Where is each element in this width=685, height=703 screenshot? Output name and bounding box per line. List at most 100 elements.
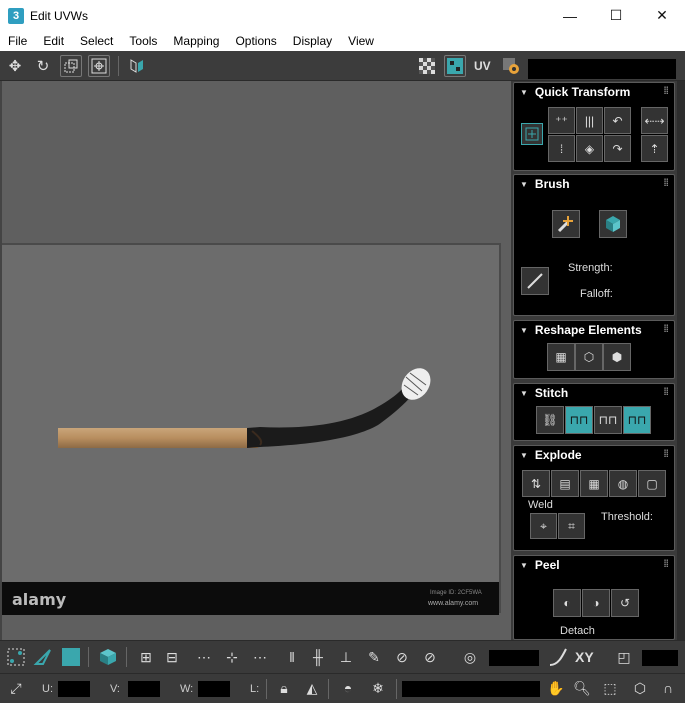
quick-peel-button[interactable]: ◐	[553, 589, 581, 617]
grow-selection-icon[interactable]: ⊞	[134, 645, 158, 669]
flatten-by-material-button[interactable]: ▤	[551, 470, 579, 497]
shrink-selection-icon[interactable]: ⊟	[160, 645, 184, 669]
move-icon[interactable]: ✥	[4, 55, 26, 77]
paint-select-icon[interactable]: ✎	[362, 645, 386, 669]
menu-edit[interactable]: Edit	[35, 34, 72, 48]
collapse-triangle-icon[interactable]: ▼	[520, 88, 528, 97]
freeform-mode-icon[interactable]	[88, 55, 110, 77]
reshape-elements-header[interactable]: ▼ Reshape Elements ⁞⁞	[514, 321, 674, 339]
peel-header[interactable]: ▼ Peel ⁞⁞	[514, 556, 674, 574]
hide-icon[interactable]: ◭	[300, 676, 324, 700]
menu-mapping[interactable]: Mapping	[165, 34, 227, 48]
drag-grip-icon[interactable]: ⁞⁞	[663, 86, 669, 97]
align-vertical-button[interactable]: ⁞	[548, 135, 575, 162]
align-vertical-lines-button[interactable]: |||	[576, 107, 603, 134]
loop-grow-icon[interactable]: ⊹	[220, 645, 244, 669]
select-element-icon[interactable]	[96, 645, 120, 669]
select-polygon-icon[interactable]	[59, 645, 83, 669]
stitch-to-source-button[interactable]: ⊓⊓	[565, 406, 593, 434]
soft-selection-icon[interactable]: ◎	[458, 645, 482, 669]
menu-options[interactable]: Options	[227, 34, 284, 48]
brush-header[interactable]: ▼ Brush ⁞⁞	[514, 175, 674, 193]
set-pivot-button[interactable]	[521, 123, 543, 145]
drag-grip-icon[interactable]: ⁞⁞	[663, 559, 669, 570]
maximize-button[interactable]: ☐	[593, 0, 639, 31]
side-panel-scrollbar[interactable]	[677, 81, 685, 640]
freeze-icon[interactable]: ❄	[366, 676, 390, 700]
relax-button[interactable]: ⬡	[575, 343, 603, 371]
u-field[interactable]	[58, 681, 90, 697]
flatten-custom-button[interactable]: ◍	[609, 470, 637, 497]
select-edge-icon[interactable]	[31, 645, 55, 669]
rotate-icon[interactable]: ↻	[32, 55, 54, 77]
drag-grip-icon[interactable]: ⁞⁞	[663, 178, 669, 189]
collapse-triangle-icon[interactable]: ▼	[520, 451, 528, 460]
rotate-ccw-button[interactable]: ↶	[604, 107, 631, 134]
flatten-by-polygon-button[interactable]: ▦	[580, 470, 608, 497]
paint-grow-icon[interactable]: ⊘	[390, 645, 414, 669]
menu-select[interactable]: Select	[72, 34, 121, 48]
ring-select-icon[interactable]: ‖	[280, 645, 304, 669]
relax-brush-button[interactable]	[599, 210, 627, 238]
break-button[interactable]: ▢	[638, 470, 666, 497]
uv-settings-icon[interactable]	[500, 55, 522, 77]
uv-map-selector[interactable]	[528, 59, 676, 79]
drag-grip-icon[interactable]: ⁞⁞	[663, 324, 669, 335]
scale-icon[interactable]	[60, 55, 82, 77]
collapse-triangle-icon[interactable]: ▼	[520, 389, 528, 398]
loop-select-icon[interactable]: ⋯	[192, 645, 216, 669]
rotate-cw-button[interactable]: ↷	[604, 135, 631, 162]
soft-selection-field[interactable]	[489, 650, 539, 666]
align-horizontal-button[interactable]: ⁺⁺	[548, 107, 575, 134]
xy-space-label[interactable]: XY	[575, 649, 594, 665]
collapse-triangle-icon[interactable]: ▼	[520, 326, 528, 335]
brush-preview-button[interactable]	[521, 267, 549, 295]
space-horizontal-button[interactable]: ⇠⇢	[641, 107, 668, 134]
align-center-button[interactable]: ◈	[576, 135, 603, 162]
loop-shrink-icon[interactable]: ⋯	[248, 645, 272, 669]
limit-selection-icon[interactable]: ◰	[612, 645, 636, 669]
collapse-triangle-icon[interactable]: ▼	[520, 561, 528, 570]
zoom-extents-icon[interactable]: ⬡	[628, 676, 652, 700]
flatten-by-smoothing-button[interactable]: ⇅	[522, 470, 550, 497]
menu-view[interactable]: View	[340, 34, 382, 48]
collapse-triangle-icon[interactable]: ▼	[520, 180, 528, 189]
space-vertical-button[interactable]: ⇡	[641, 135, 668, 162]
v-field[interactable]	[128, 681, 160, 697]
show-icon[interactable]: ◓	[336, 676, 360, 700]
w-field[interactable]	[198, 681, 230, 697]
show-map-icon[interactable]	[444, 55, 466, 77]
drag-grip-icon[interactable]: ⁞⁞	[663, 387, 669, 398]
peel-mode-button[interactable]: ◑	[582, 589, 610, 617]
snap-icon[interactable]: ∩	[656, 676, 680, 700]
close-button[interactable]: ✕	[639, 0, 685, 31]
relax-settings-button[interactable]: ⬢	[603, 343, 631, 371]
zoom-icon[interactable]: 🔍︎	[570, 676, 594, 700]
select-vertex-icon[interactable]	[4, 645, 28, 669]
ring-shrink-icon[interactable]: ⊥	[334, 645, 358, 669]
explode-header[interactable]: ▼ Explode ⁞⁞	[514, 446, 674, 464]
selection-set-field[interactable]	[402, 681, 540, 697]
stitch-to-average-button[interactable]: ⊓⊓	[594, 406, 622, 434]
weld-target-button[interactable]: ⌗	[558, 513, 585, 539]
quick-transform-header[interactable]: ▼ Quick Transform ⁞⁞	[514, 83, 674, 101]
stitch-custom-button[interactable]: ⛓	[536, 406, 564, 434]
mirror-icon[interactable]	[126, 55, 148, 77]
reset-peel-button[interactable]: ↺	[611, 589, 639, 617]
paint-move-brush-button[interactable]	[552, 210, 580, 238]
absolute-offset-icon[interactable]: ⤢	[4, 676, 28, 700]
zoom-region-icon[interactable]: ⬚	[598, 676, 622, 700]
checker-pattern-icon[interactable]	[416, 55, 438, 77]
weld-selected-button[interactable]: ⌖	[530, 513, 557, 539]
menu-file[interactable]: File	[0, 34, 35, 48]
drag-grip-icon[interactable]: ⁞⁞	[663, 449, 669, 460]
uv-channel-label[interactable]: UV	[474, 59, 491, 73]
lock-icon[interactable]: 🔒︎	[272, 676, 296, 700]
menu-display[interactable]: Display	[285, 34, 340, 48]
uv-viewport[interactable]: alamy Image ID: 2CF5WA www.alamy.com	[2, 81, 511, 640]
stitch-header[interactable]: ▼ Stitch ⁞⁞	[514, 384, 674, 402]
ring-grow-icon[interactable]: ╫	[306, 645, 330, 669]
paint-shrink-icon[interactable]: ⊘	[418, 645, 442, 669]
minimize-button[interactable]: —	[547, 0, 593, 31]
menu-tools[interactable]: Tools	[121, 34, 165, 48]
